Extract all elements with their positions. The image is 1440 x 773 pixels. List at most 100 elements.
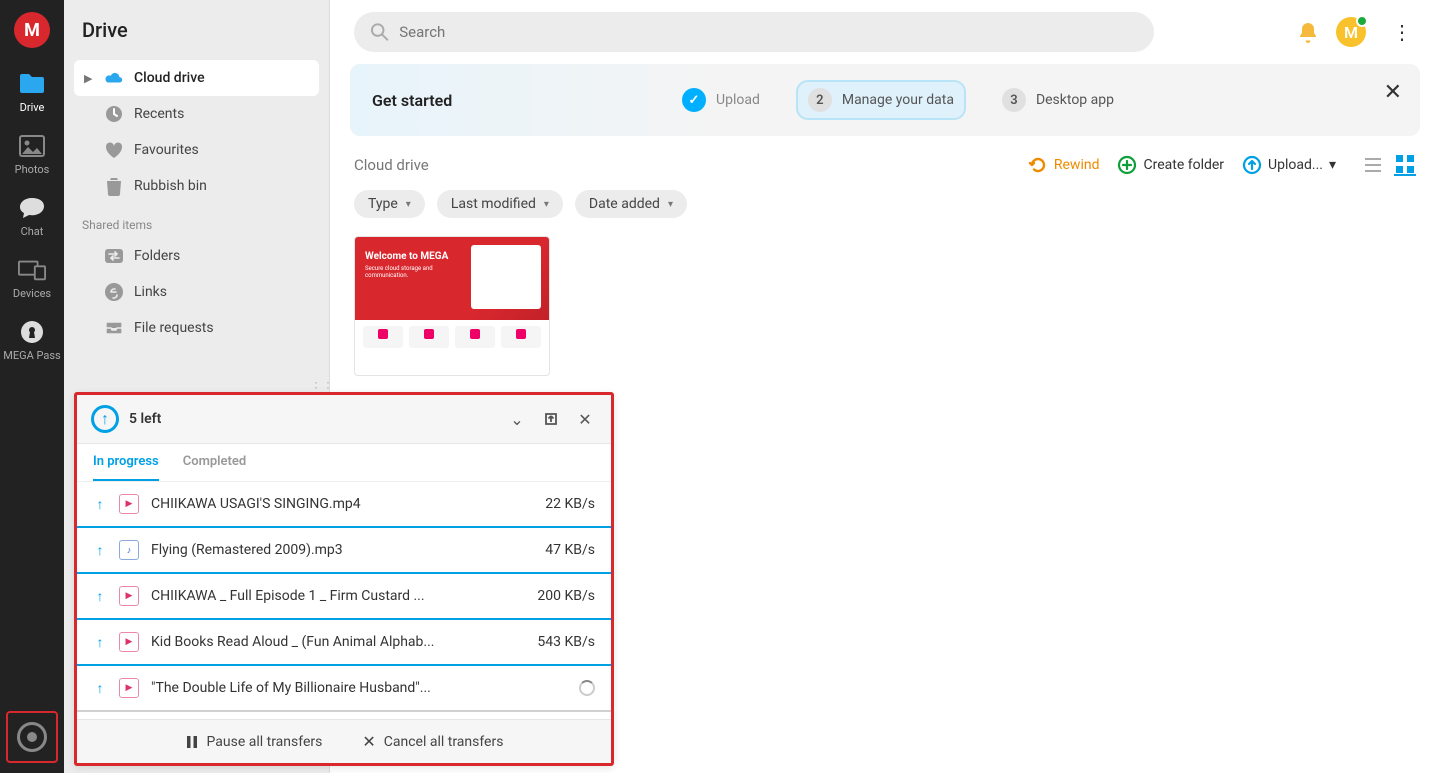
step-badge: 2 <box>808 88 832 112</box>
popout-icon[interactable] <box>539 407 563 431</box>
filter-date-added[interactable]: Date added▾ <box>575 190 687 218</box>
transfers-list: ↑ ▶ CHIIKAWA USAGI'S SINGING.mp4 22 KB/s… <box>77 482 611 719</box>
rail-label: MEGA Pass <box>3 350 60 362</box>
rail-item-megapass[interactable]: MEGA Pass <box>0 308 64 370</box>
user-avatar[interactable]: M <box>1336 17 1366 47</box>
transfer-row[interactable]: ↑ ▶ CHIIKAWA _ Full Episode 1 _ Firm Cus… <box>77 574 611 620</box>
banner-step-upload[interactable]: ✓ Upload <box>672 82 770 118</box>
grid-view-icon[interactable] <box>1394 154 1416 176</box>
banner-step-manage-data[interactable]: 2 Manage your data <box>798 82 964 118</box>
filter-last-modified[interactable]: Last modified▾ <box>437 190 563 218</box>
brand-letter: M <box>14 12 50 48</box>
chevron-down-icon: ▾ <box>1329 157 1336 173</box>
transfer-speed: 200 KB/s <box>537 588 595 604</box>
upload-arrow-icon: ↑ <box>93 496 107 513</box>
thumb-sub: Secure cloud storage and communication. <box>365 265 445 279</box>
rail-label: Devices <box>13 288 51 300</box>
more-menu-icon[interactable]: ⋮ <box>1384 16 1420 48</box>
nav-recents[interactable]: Recents <box>74 96 319 132</box>
banner-step-desktop-app[interactable]: 3 Desktop app <box>992 82 1124 118</box>
pause-all-button[interactable]: Pause all transfers <box>185 732 323 751</box>
search-icon <box>370 22 389 42</box>
transfer-row[interactable]: ↑ ▶ CHIIKAWA USAGI'S SINGING.mp4 22 KB/s <box>77 482 611 528</box>
file-thumbnail[interactable]: Welcome to MEGA Secure cloud storage and… <box>354 236 550 376</box>
nav-file-requests[interactable]: File requests <box>74 310 319 346</box>
step-label: Desktop app <box>1036 92 1114 108</box>
plus-circle-icon <box>1117 155 1137 175</box>
video-file-icon: ▶ <box>119 678 139 698</box>
rail-item-devices[interactable]: Devices <box>0 246 64 308</box>
nav-label: Folders <box>134 248 180 264</box>
notifications-bell-icon[interactable] <box>1298 21 1318 43</box>
collapse-icon[interactable]: ⌄ <box>505 407 529 431</box>
topbar: M ⋮ <box>330 0 1440 64</box>
devices-icon <box>18 256 46 284</box>
rail-transfers-indicator[interactable] <box>6 711 58 763</box>
video-file-icon: ▶ <box>119 586 139 606</box>
transfers-header: ↑ 5 left ⌄ ✕ <box>77 395 611 444</box>
nav-label: Links <box>134 284 167 300</box>
transfers-panel: ↑ 5 left ⌄ ✕ In progress Completed ↑ ▶ C… <box>74 392 614 766</box>
step-label: Manage your data <box>842 92 954 108</box>
chat-icon <box>18 194 46 222</box>
chevron-right-icon: ▶ <box>84 72 94 85</box>
clock-icon <box>104 104 124 124</box>
upload-arrow-icon: ↑ <box>93 542 107 559</box>
nav-label: Favourites <box>134 142 199 158</box>
rewind-button[interactable]: Rewind <box>1028 155 1100 175</box>
upload-badge-icon: ↑ <box>91 405 119 433</box>
loading-spinner-icon <box>579 680 595 696</box>
transfer-speed: 22 KB/s <box>545 496 595 512</box>
transfer-filename: Kid Books Read Aloud _ (Fun Animal Alpha… <box>151 634 525 650</box>
rail-item-drive[interactable]: Drive <box>0 60 64 122</box>
rail-item-chat[interactable]: Chat <box>0 184 64 246</box>
transfer-row[interactable]: ↑ ♪ Flying (Remastered 2009).mp3 47 KB/s <box>77 528 611 574</box>
rail-item-photos[interactable]: Photos <box>0 122 64 184</box>
transfer-filename: CHIIKAWA _ Full Episode 1 _ Firm Custard… <box>151 588 525 604</box>
filter-type[interactable]: Type▾ <box>354 190 425 218</box>
transfer-speed: 543 KB/s <box>537 634 595 650</box>
filter-chips: Type▾ Last modified▾ Date added▾ <box>330 182 1440 232</box>
close-icon[interactable]: ✕ <box>573 407 597 431</box>
nav-rubbish-bin[interactable]: Rubbish bin <box>74 168 319 204</box>
nav-cloud-drive[interactable]: ▶ Cloud drive <box>74 60 319 96</box>
app-rail: M Drive Photos Chat Devices <box>0 0 64 773</box>
swap-icon <box>104 246 124 266</box>
transfers-footer: Pause all transfers ✕ Cancel all transfe… <box>77 719 611 763</box>
inbox-icon <box>104 318 124 338</box>
tab-completed[interactable]: Completed <box>183 454 247 481</box>
nav-shared-folders[interactable]: Folders <box>74 238 319 274</box>
upload-arrow-icon: ↑ <box>93 680 107 697</box>
transfer-row[interactable]: ↑ ▶ "The Double Life of My Billionaire H… <box>77 666 611 712</box>
heart-icon <box>104 140 124 160</box>
brand-logo[interactable]: M <box>0 0 64 60</box>
upload-arrow-icon: ↑ <box>93 588 107 605</box>
sidebar-title: Drive <box>64 0 329 56</box>
check-icon: ✓ <box>682 88 706 112</box>
nav-label: Cloud drive <box>134 70 205 86</box>
cancel-all-button[interactable]: ✕ Cancel all transfers <box>362 732 503 751</box>
rail-label: Photos <box>15 164 50 176</box>
chevron-down-icon: ▾ <box>406 199 411 210</box>
tab-in-progress[interactable]: In progress <box>93 454 159 481</box>
breadcrumb[interactable]: Cloud drive <box>354 156 429 174</box>
transfer-speed: 47 KB/s <box>545 542 595 558</box>
upload-button[interactable]: Upload... ▾ <box>1242 155 1336 175</box>
link-icon <box>104 282 124 302</box>
list-view-icon[interactable] <box>1362 154 1384 176</box>
banner-title: Get started <box>372 91 632 110</box>
rewind-icon <box>1028 155 1048 175</box>
rail-label: Chat <box>21 226 44 238</box>
transfer-filename: CHIIKAWA USAGI'S SINGING.mp4 <box>151 496 533 512</box>
search-field[interactable] <box>354 12 1154 52</box>
nav-favourites[interactable]: Favourites <box>74 132 319 168</box>
toolbar: Cloud drive Rewind Create folder Upload.… <box>330 136 1440 182</box>
nav-shared-links[interactable]: Links <box>74 274 319 310</box>
file-grid: Welcome to MEGA Secure cloud storage and… <box>330 232 1440 380</box>
transfer-row[interactable]: ↑ ▶ Kid Books Read Aloud _ (Fun Animal A… <box>77 620 611 666</box>
create-folder-button[interactable]: Create folder <box>1117 155 1224 175</box>
search-input[interactable] <box>399 23 1138 41</box>
banner-close-icon[interactable]: ✕ <box>1384 80 1402 105</box>
keyhole-icon <box>18 318 46 346</box>
video-file-icon: ▶ <box>119 632 139 652</box>
